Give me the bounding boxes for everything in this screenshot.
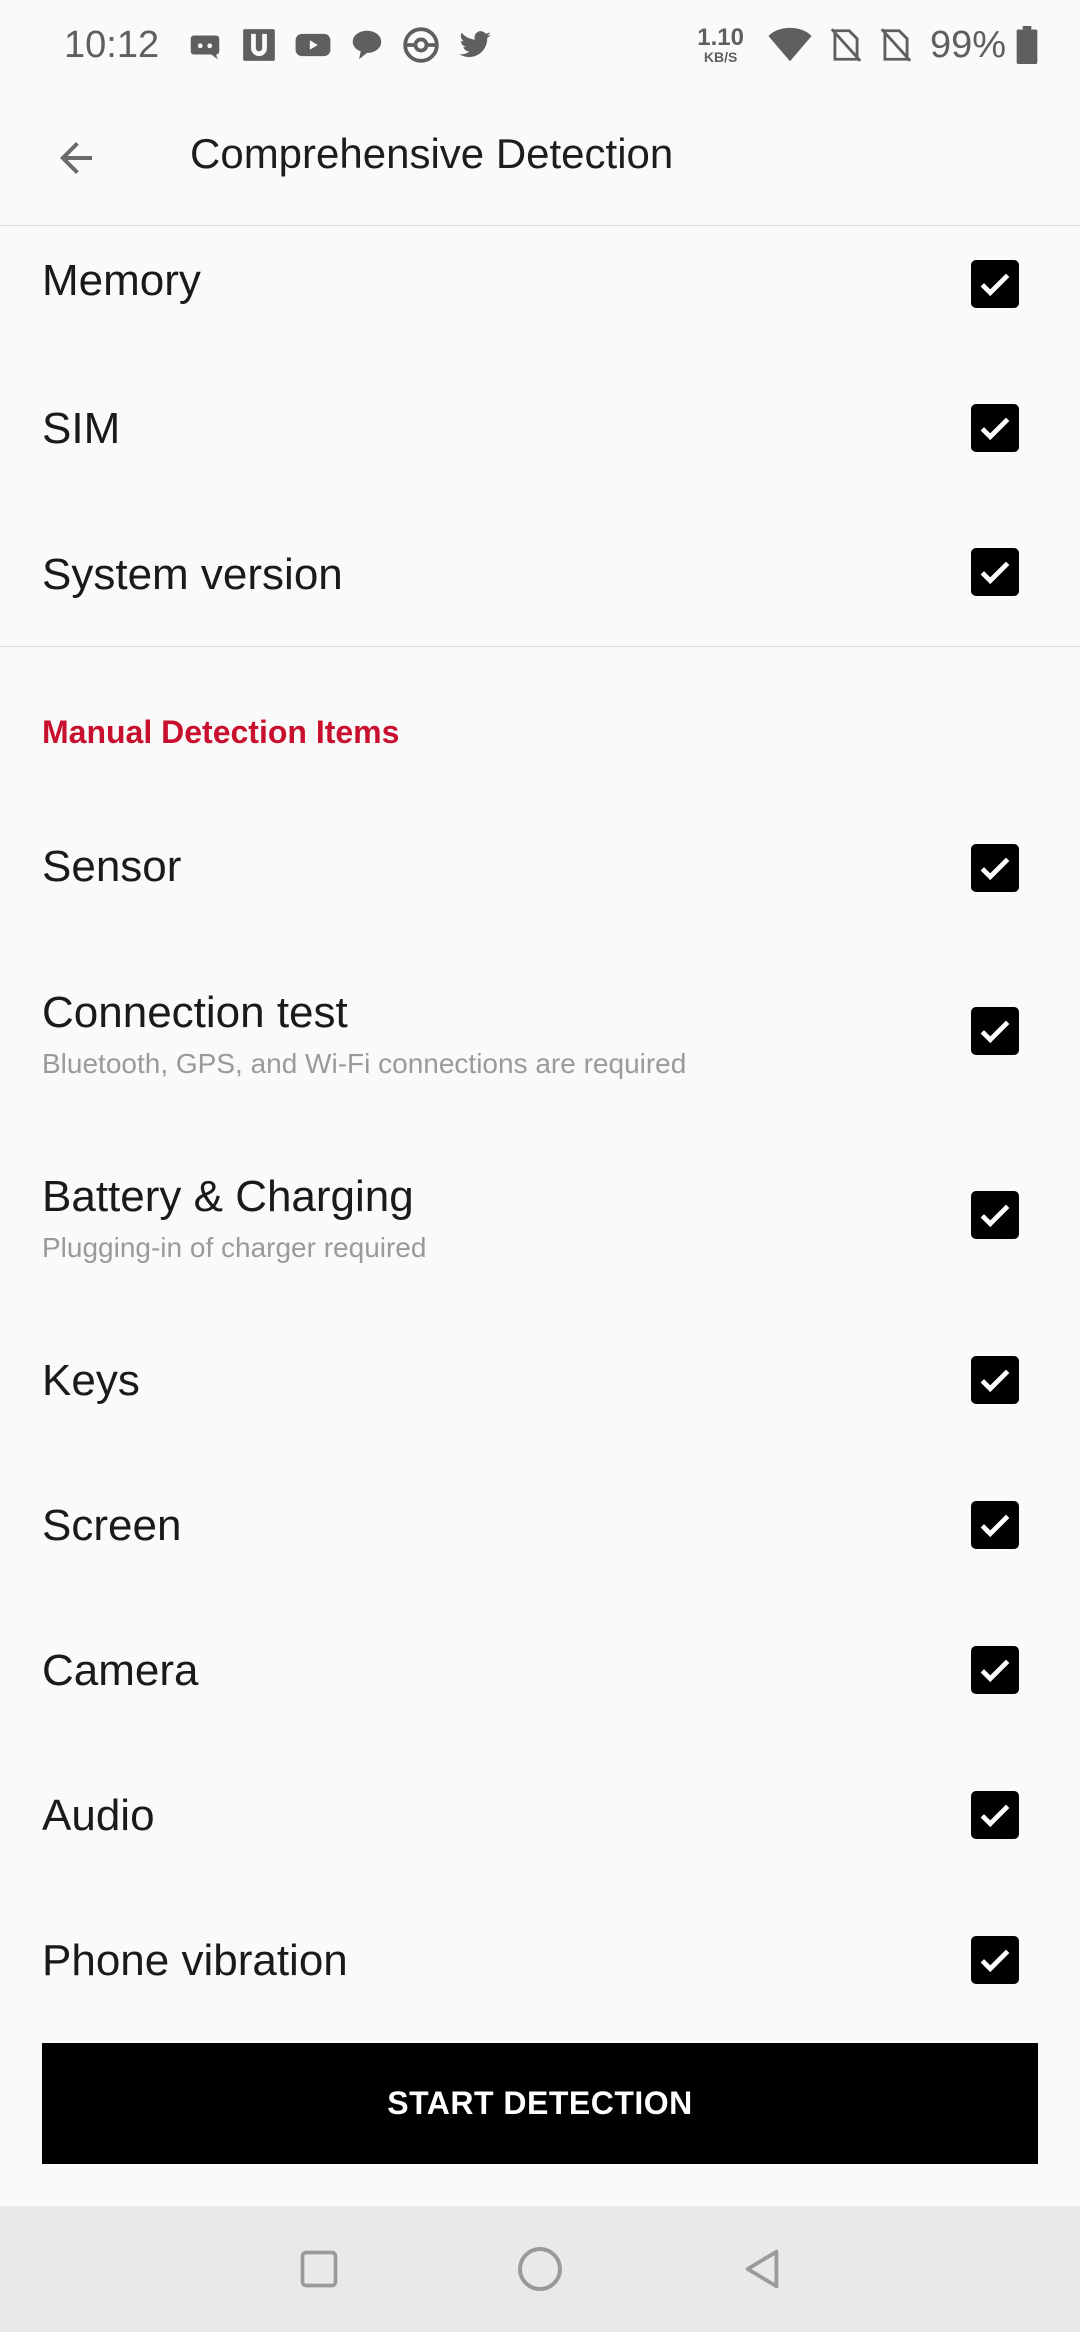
list-item-label: Connection test xyxy=(42,988,348,1037)
list-item-sim[interactable]: SIM xyxy=(0,366,1080,512)
status-time: 10:12 xyxy=(64,23,160,66)
network-speed: 1.10 KB/S xyxy=(697,24,744,65)
list-item-phone-vibration[interactable]: Phone vibration xyxy=(0,1890,1080,2034)
wifi-icon xyxy=(768,27,812,63)
list-item-connection-test[interactable]: Connection test Bluetooth, GPS, and Wi-F… xyxy=(0,960,1080,1110)
list-item-label: Memory xyxy=(42,256,201,305)
no-sim-icon xyxy=(830,26,862,64)
battery-icon xyxy=(1016,26,1038,64)
discord-icon xyxy=(185,25,225,65)
back-arrow-icon[interactable] xyxy=(44,126,108,190)
section-divider xyxy=(0,646,1080,647)
chat-bubble-icon xyxy=(347,25,387,65)
back-triangle-icon[interactable] xyxy=(733,2239,793,2299)
list-item-screen[interactable]: Screen xyxy=(0,1456,1080,1600)
twitter-icon xyxy=(455,25,495,65)
list-item-memory[interactable]: Memory xyxy=(0,226,1080,366)
list-item-subtitle: Plugging-in of charger required xyxy=(42,1232,427,1263)
status-bar: 10:12 1.10 KB/S 99% xyxy=(0,0,1080,90)
list-item-battery-charging[interactable]: Battery & Charging Plugging-in of charge… xyxy=(0,1144,1080,1294)
u-app-icon xyxy=(239,25,279,65)
list-item-label: Camera xyxy=(42,1646,199,1695)
checkbox-screen[interactable] xyxy=(971,1501,1019,1549)
home-circle-icon[interactable] xyxy=(510,2239,570,2299)
list-item-system-version[interactable]: System version xyxy=(0,512,1080,646)
pokeball-icon xyxy=(401,25,441,65)
checkbox-battery-charging[interactable] xyxy=(971,1191,1019,1239)
list-item-keys[interactable]: Keys xyxy=(0,1310,1080,1456)
navigation-bar xyxy=(0,2206,1080,2332)
checkbox-camera[interactable] xyxy=(971,1646,1019,1694)
page-title: Comprehensive Detection xyxy=(190,130,674,177)
list-item-label: Screen xyxy=(42,1501,182,1550)
checkbox-system-version[interactable] xyxy=(971,548,1019,596)
section-header-manual: Manual Detection Items xyxy=(42,714,400,750)
list-item-label: Audio xyxy=(42,1791,155,1840)
list-item-label: Battery & Charging xyxy=(42,1172,414,1221)
list-item-label: Phone vibration xyxy=(42,1936,348,1985)
checkbox-phone-vibration[interactable] xyxy=(971,1936,1019,1984)
list-item-label: Sensor xyxy=(42,842,182,891)
list-item-label: SIM xyxy=(42,404,121,453)
youtube-icon xyxy=(293,25,333,65)
checkbox-memory[interactable] xyxy=(971,260,1019,308)
checkbox-connection-test[interactable] xyxy=(971,1007,1019,1055)
battery-percent: 99% xyxy=(929,23,1006,66)
list-item-label: Keys xyxy=(42,1356,140,1405)
checkbox-sensor[interactable] xyxy=(971,844,1019,892)
app-bar: Comprehensive Detection xyxy=(0,90,1080,226)
checkbox-sim[interactable] xyxy=(971,404,1019,452)
checkbox-keys[interactable] xyxy=(971,1356,1019,1404)
start-detection-button[interactable]: START DETECTION xyxy=(42,2043,1038,2164)
list-item-camera[interactable]: Camera xyxy=(0,1600,1080,1746)
recents-square-icon[interactable] xyxy=(289,2239,349,2299)
list-item-subtitle: Bluetooth, GPS, and Wi-Fi connections ar… xyxy=(42,1048,687,1079)
no-sim-icon-2 xyxy=(880,26,912,64)
list-item-audio[interactable]: Audio xyxy=(0,1746,1080,1890)
checkbox-audio[interactable] xyxy=(971,1791,1019,1839)
list-item-sensor[interactable]: Sensor xyxy=(0,800,1080,940)
list-item-label: System version xyxy=(42,550,343,599)
